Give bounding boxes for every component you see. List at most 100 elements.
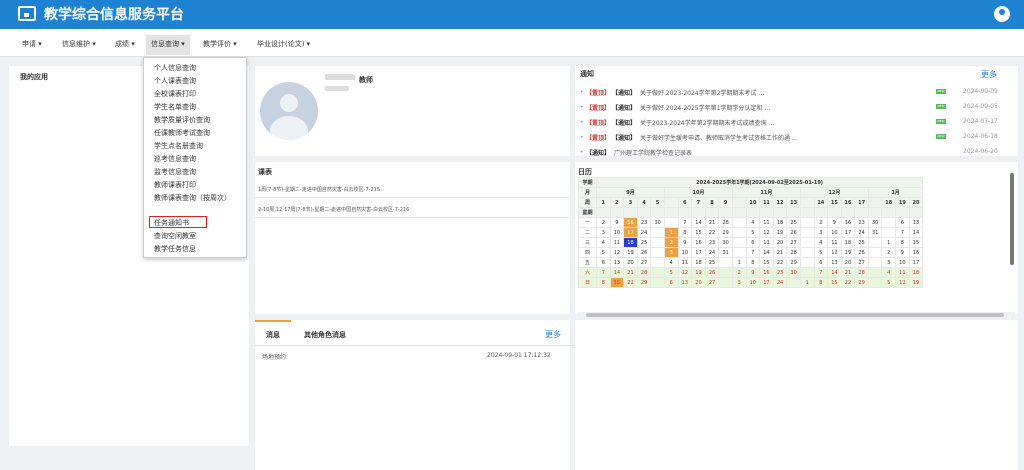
notice-item[interactable]: • 【置顶】 【通知】 关于做好 2024-2025学年第1学期学分认定和 … … <box>580 103 998 113</box>
calendar-day-cell: 21 <box>623 267 638 278</box>
week-number <box>663 197 679 208</box>
dropdown-item[interactable]: 巡考信息查询 <box>154 154 196 164</box>
nav-grades[interactable]: 成绩 ▾ <box>115 39 135 49</box>
calendar-day-cell: 29 <box>786 257 801 268</box>
month-header: 11月 <box>731 187 801 198</box>
tab-other-role-messages[interactable]: 其他角色消息 <box>304 330 346 340</box>
calendar-day-cell: 12 <box>759 227 774 238</box>
calendar-day-cell: 9 <box>827 217 842 228</box>
calendar-day-cell: 12 <box>895 277 910 288</box>
schedule-item[interactable]: 1周(7-8节)-星期二-走进中国自然灾害-白云校区-7-215 <box>255 180 569 198</box>
calendar-day-cell: 30 <box>718 237 733 248</box>
calendar-day-cell: 13 <box>677 277 693 288</box>
month-header: 10月 <box>663 187 733 198</box>
dropdown-item-task-notice[interactable]: 任务通知书 <box>154 218 189 228</box>
calendar-day-cell <box>799 247 815 258</box>
dropdown-item[interactable]: 教师课表打印 <box>154 180 196 190</box>
dropdown-item[interactable]: 教学质量评价查询 <box>154 115 210 125</box>
week-number: 4 <box>636 197 652 208</box>
calendar-day-cell: 14 <box>908 227 924 238</box>
nav-info-query[interactable]: 信息查询 ▾ <box>146 35 190 55</box>
calendar-day-cell: 8 <box>895 237 910 248</box>
nav-graduation-design[interactable]: 毕业设计(论文) ▾ <box>257 39 310 49</box>
calendar-day-cell: 21 <box>840 267 856 278</box>
dropdown-item[interactable]: 教师课表查询（按周次） <box>154 193 231 203</box>
calendar-day-cell: 4 <box>881 267 897 278</box>
calendar-day-cell: 25 <box>704 257 720 268</box>
dropdown-item[interactable]: 学生点名册查询 <box>154 141 203 151</box>
calendar-day-cell: 2 <box>596 217 611 228</box>
calendar-day-cell <box>650 277 665 288</box>
calendar-day-cell: 6 <box>813 257 829 268</box>
calendar-day-cell: 30 <box>786 267 801 278</box>
calendar-day-cell: 7 <box>677 217 693 228</box>
weekday-label: 五 <box>578 257 597 268</box>
new-badge: NEW <box>936 89 946 94</box>
dropdown-item[interactable]: 个人信息查询 <box>154 63 196 73</box>
user-avatar-icon[interactable] <box>994 6 1010 22</box>
nav-teaching-evaluation[interactable]: 教学评价 ▾ <box>203 39 237 49</box>
week-number: 8 <box>704 197 720 208</box>
calendar-day-cell: 20 <box>691 277 706 288</box>
week-number <box>867 197 883 208</box>
top-bar: 教学综合信息服务平台 <box>0 0 1024 29</box>
calendar-day-cell: 4 <box>596 237 611 248</box>
dropdown-item[interactable]: 任课教师考试查询 <box>154 128 210 138</box>
dropdown-item[interactable]: 教学任务信息 <box>154 244 196 254</box>
calendar-day-cell <box>731 217 747 228</box>
calendar-vertical-scrollbar[interactable] <box>1010 173 1014 265</box>
calendar-day-cell: 5 <box>663 267 679 278</box>
notice-item[interactable]: • 【置顶】 【通知】 关于做好学生缓考申请、教师取消学生考试资格工作的通 … … <box>580 133 998 143</box>
schedule-item[interactable]: 2-10周,12-17周(7-8节)-星期二-走进中国自然灾害-白云校区-7-2… <box>255 200 569 218</box>
calendar-day-cell <box>718 257 733 268</box>
new-badge: NEW <box>936 119 946 124</box>
calendar-day-cell: 16 <box>840 217 856 228</box>
app-title: 教学综合信息服务平台 <box>44 7 184 23</box>
logo-icon <box>18 6 36 21</box>
week-number: 11 <box>759 197 774 208</box>
calendar-day-cell: 29 <box>854 277 869 288</box>
messages-more-link[interactable]: 更多 <box>545 329 561 340</box>
calendar-day-cell <box>881 227 897 238</box>
calendar-day-cell: 13 <box>609 257 625 268</box>
dropdown-item[interactable]: 查询空闲教室 <box>154 231 196 241</box>
nav-info-maintenance[interactable]: 信息维护 ▾ <box>62 39 96 49</box>
month-header: 9月 <box>596 187 665 198</box>
calendar-day-cell <box>867 247 883 258</box>
calendar-day-cell: 29 <box>718 227 733 238</box>
message-item-title[interactable]: 场地预约 <box>262 352 286 361</box>
weekday-label: 三 <box>578 237 597 248</box>
notice-item[interactable]: • 【置顶】 【通知】 关于2023-2024学年第2学期期末考试成绩查询 … … <box>580 118 998 128</box>
notice-item[interactable]: • 【通知】 广州理工学院教学检查记录表 2024-06-20 <box>580 148 998 156</box>
nav-apply[interactable]: 申请 ▾ <box>22 39 42 49</box>
notices-more-link[interactable]: 更多 <box>981 69 997 80</box>
calendar-day-cell: 7 <box>813 267 829 278</box>
dropdown-item[interactable]: 个人课表查询 <box>154 76 196 86</box>
weekday-label: 四 <box>578 247 597 258</box>
week-number: 9 <box>718 197 733 208</box>
month-header: 12月 <box>799 187 869 198</box>
tab-messages[interactable]: 消息 <box>255 320 291 345</box>
calendar-day-cell: 13 <box>908 217 924 228</box>
calendar-day-cell: 9 <box>895 247 910 258</box>
calendar-day-cell: 10 <box>609 227 625 238</box>
calendar-day-cell: 23 <box>704 237 720 248</box>
calendar-day-cell: 11 <box>895 267 910 278</box>
week-number: 6 <box>677 197 693 208</box>
dropdown-item[interactable]: 监考信息查询 <box>154 167 196 177</box>
new-badge: NEW <box>936 104 946 109</box>
calendar-day-cell: 27 <box>636 257 652 268</box>
calendar-day-cell: 3 <box>596 227 611 238</box>
week-number <box>799 197 815 208</box>
calendar-day-cell: 9 <box>609 217 625 228</box>
dropdown-item[interactable]: 学生名单查询 <box>154 102 196 112</box>
calendar-day-cell: 29 <box>636 277 652 288</box>
week-number: 18 <box>881 197 897 208</box>
calendar-horizontal-scrollbar[interactable] <box>578 312 1015 318</box>
dropdown-item[interactable]: 全校课表打印 <box>154 89 196 99</box>
calendar-day-cell: 30 <box>650 217 665 228</box>
messages-panel: 消息 其他角色消息 更多 场地预约 2024-09-01 17:12:32 <box>255 320 601 470</box>
calendar-day-cell: 14 <box>759 247 774 258</box>
notice-item[interactable]: • 【置顶】 【通知】 关于做好 2023-2024学年第2学期期末考试 … N… <box>580 88 998 98</box>
calendar-day-cell: 24 <box>854 227 869 238</box>
